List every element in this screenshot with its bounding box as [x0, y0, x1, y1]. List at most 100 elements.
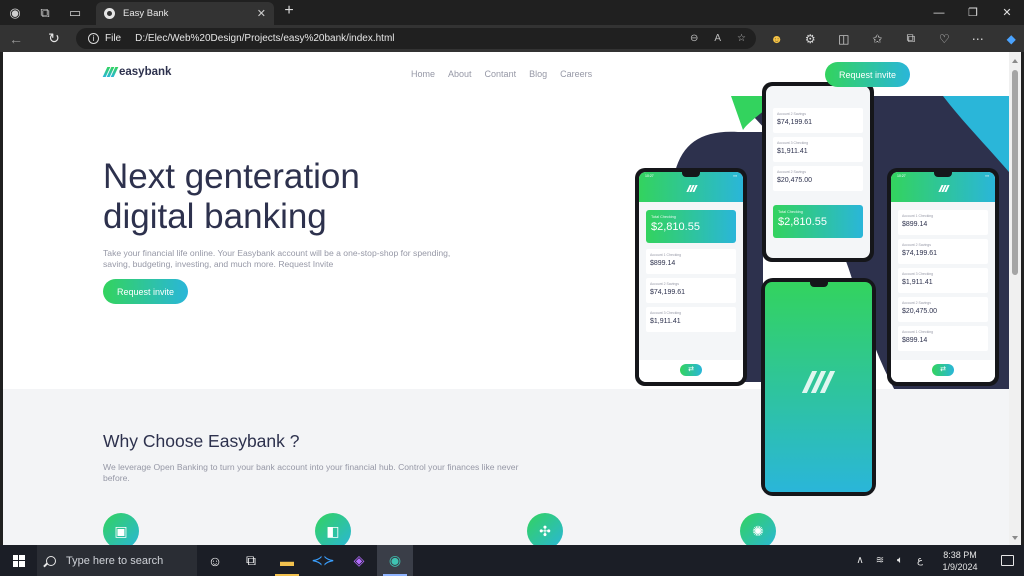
address-bar[interactable]: i File D:/Elec/Web%20Design/Projects/eas…	[76, 28, 756, 49]
clock-time: 8:38 PM	[943, 549, 977, 560]
scroll-up-arrow-icon[interactable]	[1012, 59, 1018, 63]
browser-tab-bar: ◉ ⧉ ▭ Easy Bank ✕ + — ❐ ✕	[0, 0, 1024, 25]
scroll-down-arrow-icon[interactable]	[1012, 536, 1018, 540]
windows-taskbar: Type here to search ☺ ⧉ ▬ ≺≻ ◈ ◉ ∧ ≋ 🔈︎ …	[0, 545, 1024, 576]
account-card: Account 3 Checking $1,911.41	[646, 307, 736, 332]
total-balance-card: Total Checking $2,810.55	[646, 210, 736, 243]
nav-link-about[interactable]: About	[448, 69, 472, 79]
clock-date: 1/9/2024	[942, 561, 978, 572]
account-card: Account 2 Savings $74,199.61	[646, 278, 736, 303]
favorite-star-icon[interactable]: ☆	[737, 33, 746, 44]
close-window-button[interactable]: ✕	[990, 0, 1024, 25]
phone-screen-left: 10:27 ▪▪▪ Total Checking $2,810.55 Account…	[639, 172, 743, 382]
account-card: Account 2 Savings $74,199.61	[898, 239, 988, 264]
refresh-button[interactable]: ↻	[38, 25, 70, 52]
tab-favicon-icon	[104, 8, 115, 19]
profile-avatar-icon[interactable]: ◉	[0, 0, 30, 25]
more-menu-icon[interactable]: ⋯	[961, 32, 995, 46]
scrollbar-thumb[interactable]	[1012, 70, 1018, 275]
tab-close-icon[interactable]: ✕	[257, 7, 266, 20]
vscode-icon[interactable]: ≺≻	[305, 545, 341, 576]
logo-text: easybank	[119, 66, 172, 78]
web-page-viewport: Account 2 Savings $74,199.61 Account 3 Ch…	[3, 52, 1009, 545]
show-hidden-icons-chevron-icon[interactable]: ∧	[850, 555, 870, 566]
widget-avatar-icon[interactable]: ☺	[197, 545, 233, 576]
workspaces-icon[interactable]: ⧉	[30, 0, 60, 25]
tab-actions-icon[interactable]: ▭	[60, 0, 90, 25]
split-screen-icon[interactable]: ◫	[827, 32, 861, 46]
app-footer: ⇄	[891, 360, 995, 382]
nav-link-contact[interactable]: Contant	[485, 69, 517, 79]
hero-request-invite-button[interactable]: Request invite	[103, 279, 188, 304]
maximize-button[interactable]: ❐	[956, 0, 990, 25]
site-info-icon[interactable]: i	[88, 33, 99, 44]
total-balance-card: Total Checking $2,810.55	[773, 205, 863, 238]
notifications-icon[interactable]	[990, 555, 1024, 566]
extensions-icon[interactable]: ⚙	[794, 32, 828, 46]
task-view-icon[interactable]: ⧉	[233, 545, 269, 576]
app-splash-logo-icon	[801, 371, 835, 393]
phone-mockup-left: 10:27 ▪▪▪ Total Checking $2,810.55 Account…	[635, 168, 747, 386]
performance-icon[interactable]: ♡	[928, 32, 962, 46]
site-header: easybank Home About Contant Blog Careers…	[3, 52, 1009, 96]
transfer-icon: ⇄	[680, 364, 702, 376]
taskbar-apps: ☺ ⧉ ▬ ≺≻ ◈ ◉	[197, 545, 413, 576]
wifi-icon[interactable]: ≋	[870, 555, 890, 566]
start-button[interactable]	[0, 545, 37, 576]
minimize-button[interactable]: —	[922, 0, 956, 25]
phone-screen-right: 10:27 ▪▪▪ Account 1 Checking $899.14 Accou…	[891, 172, 995, 382]
extension-emoji-icon[interactable]: ☻	[760, 32, 794, 46]
logo-mark-icon	[102, 67, 119, 77]
tab-easy-bank[interactable]: Easy Bank ✕	[96, 2, 274, 25]
back-button[interactable]: ←	[0, 25, 32, 52]
system-tray: ∧ ≋ 🔈︎ ع 8:38 PM 1/9/2024	[850, 545, 1024, 576]
read-aloud-icon[interactable]: A	[714, 33, 721, 44]
phone-notch	[682, 172, 700, 177]
app-logo-icon	[938, 185, 950, 192]
hero-title-line-1: Next genteration	[103, 157, 360, 196]
budgeting-icon: ◧	[315, 513, 351, 545]
edge-browser-icon[interactable]: ◉	[377, 545, 413, 576]
account-card: Account 1 Checking $899.14	[898, 210, 988, 235]
url-text[interactable]: D:/Elec/Web%20Design/Projects/easy%20ban…	[135, 33, 394, 44]
phone-screen-center	[765, 282, 872, 492]
new-tab-button[interactable]: +	[280, 2, 298, 20]
address-toolbar: ← ↻ i File D:/Elec/Web%20Design/Projects…	[0, 25, 1024, 52]
taskbar-clock[interactable]: 8:38 PM 1/9/2024	[930, 549, 990, 573]
file-explorer-icon[interactable]: ▬	[269, 545, 305, 576]
hero-title: Next genteration digital banking	[103, 157, 423, 237]
zoom-icon[interactable]: ⊖	[690, 33, 698, 44]
nav-link-blog[interactable]: Blog	[529, 69, 547, 79]
transfer-icon: ⇄	[932, 364, 954, 376]
app-logo-icon	[686, 185, 698, 192]
collections-icon[interactable]: ⧉	[894, 31, 928, 46]
online-banking-icon: ▣	[103, 513, 139, 545]
phone-mockup-top: Account 2 Savings $74,199.61 Account 3 Ch…	[762, 82, 874, 262]
main-navigation: Home About Contant Blog Careers	[411, 69, 592, 79]
account-card: Account 2 Savings $20,475.00	[773, 166, 863, 191]
page-scrollbar[interactable]	[1009, 52, 1021, 545]
app-footer: ⇄	[639, 360, 743, 382]
windows-logo-icon	[12, 554, 25, 567]
phone-screen-top: Account 2 Savings $74,199.61 Account 3 Ch…	[766, 86, 870, 258]
account-card: Account 1 Checking $899.14	[646, 249, 736, 274]
copilot-icon[interactable]: ◆	[995, 32, 1024, 46]
account-card: Account 1 Checking $899.14	[898, 326, 988, 351]
account-card: Account 3 Checking $1,911.41	[773, 137, 863, 162]
nav-link-careers[interactable]: Careers	[560, 69, 592, 79]
why-title: Why Choose Easybank ?	[103, 431, 300, 451]
phone-notch	[934, 172, 952, 177]
window-controls: — ❐ ✕	[922, 0, 1024, 25]
brave-browser-icon[interactable]: ◈	[341, 545, 377, 576]
phone-mockup-right: 10:27 ▪▪▪ Account 1 Checking $899.14 Accou…	[887, 168, 999, 386]
phone-notch	[809, 282, 828, 287]
taskbar-search-box[interactable]: Type here to search	[37, 545, 197, 576]
nav-link-home[interactable]: Home	[411, 69, 435, 79]
input-language[interactable]: ع	[910, 555, 930, 566]
onboarding-icon: ✣	[527, 513, 563, 545]
volume-icon[interactable]: 🔈︎	[890, 555, 910, 566]
account-card: Account 2 Savings $20,475.00	[898, 297, 988, 322]
easybank-logo[interactable]: easybank	[102, 66, 172, 78]
favorites-icon[interactable]: ✩	[861, 32, 895, 46]
header-request-invite-button[interactable]: Request invite	[825, 62, 910, 87]
